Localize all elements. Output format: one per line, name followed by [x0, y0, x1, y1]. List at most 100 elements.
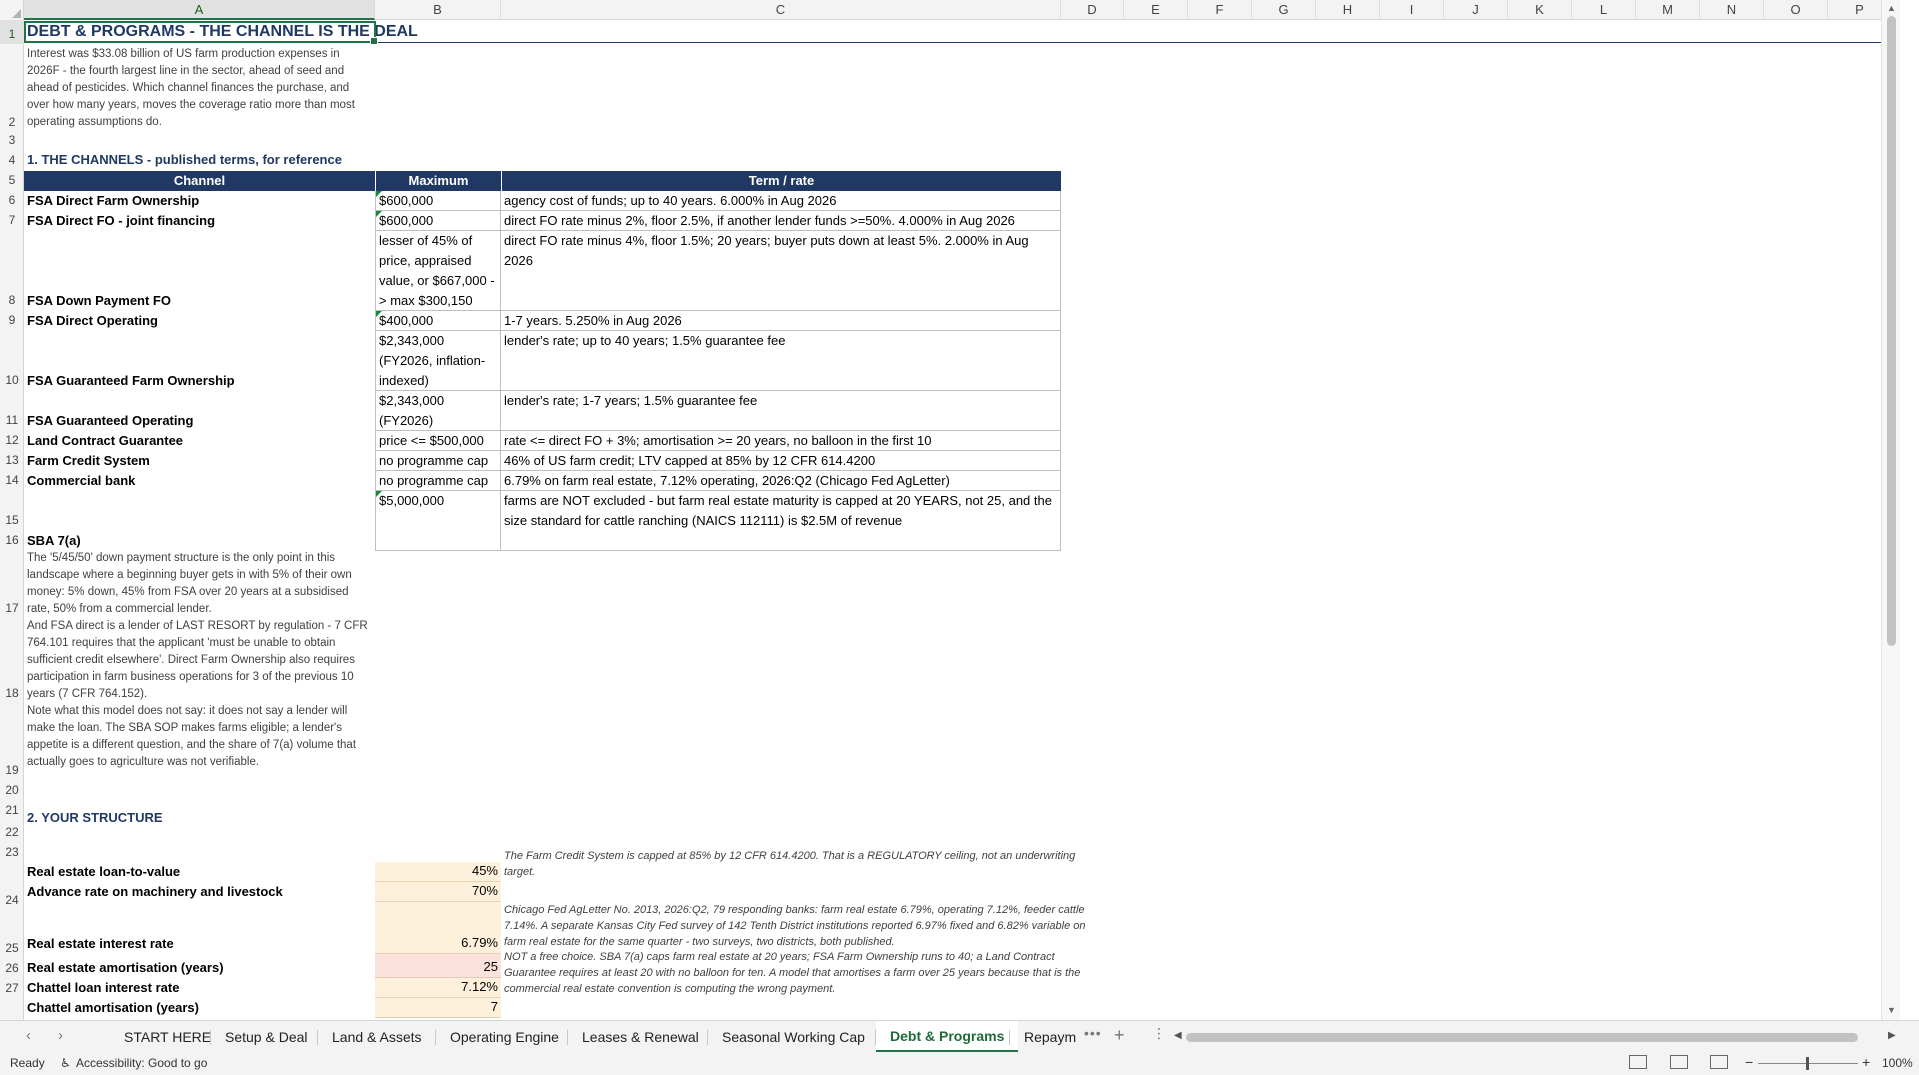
table-row-channel[interactable]: FSA Direct Farm Ownership — [24, 191, 375, 211]
structure-input-value[interactable]: 70% — [375, 882, 501, 902]
page-break-preview-icon[interactable] — [1710, 1055, 1728, 1069]
structure-input-value[interactable]: 7.12% — [375, 978, 501, 998]
zoom-level[interactable]: 100% — [1882, 1056, 1913, 1070]
table-row-channel[interactable]: Commercial bank — [24, 471, 375, 491]
column-header-h[interactable]: H — [1316, 0, 1380, 20]
column-header-g[interactable]: G — [1252, 0, 1316, 20]
row-header-20[interactable]: 20 — [0, 780, 24, 800]
row-header-7[interactable]: 7 — [0, 210, 24, 230]
scroll-up-icon[interactable]: ▲ — [1887, 3, 1896, 13]
row-header-19[interactable]: 19 — [0, 703, 24, 780]
table-row-term[interactable]: 6.79% on farm real estate, 7.12% operati… — [501, 471, 1061, 491]
structure-input-value[interactable]: 7 — [375, 998, 501, 1018]
column-header-f[interactable]: F — [1188, 0, 1252, 20]
structure-note[interactable]: Chicago Fed AgLetter No. 2013, 2026:Q2, … — [501, 902, 1091, 952]
table-row-channel[interactable]: FSA Direct FO - joint financing — [24, 211, 375, 231]
table-row-maximum[interactable]: no programme cap — [375, 451, 501, 471]
sheet-tab-start-here[interactable]: START HERE — [110, 1021, 225, 1053]
accessibility-icon[interactable]: ♿ — [60, 1056, 71, 1070]
note-last-resort[interactable]: And FSA direct is a lender of LAST RESOR… — [24, 618, 376, 704]
row-header-12[interactable]: 12 — [0, 430, 24, 450]
column-header-e[interactable]: E — [1124, 0, 1188, 20]
structure-input-value[interactable]: 6.79% — [375, 902, 501, 954]
vertical-scroll-thumb[interactable] — [1887, 16, 1896, 646]
column-header-a[interactable]: A — [24, 0, 375, 20]
row-header-5[interactable]: 5 — [0, 170, 24, 190]
horizontal-scroll-thumb[interactable] — [1186, 1033, 1858, 1042]
cell-area[interactable]: DEBT & PROGRAMS - THE CHANNEL IS THE DEA… — [24, 20, 1900, 1020]
row-header-2[interactable]: 2 — [0, 44, 24, 132]
table-row-term[interactable]: lender's rate; up to 40 years; 1.5% guar… — [501, 331, 1061, 391]
row-header-9[interactable]: 9 — [0, 310, 24, 330]
scroll-down-icon[interactable]: ▼ — [1887, 1005, 1896, 1015]
structure-label[interactable]: Real estate interest rate — [24, 902, 375, 954]
ellipsis-icon[interactable]: ••• — [1084, 1025, 1102, 1041]
row-header-22[interactable]: 22 — [0, 820, 24, 842]
row-header-27[interactable]: 27 — [0, 978, 24, 998]
table-row-maximum[interactable]: $600,000 — [375, 191, 501, 211]
horizontal-scrollbar[interactable]: ◀ ▶ — [1174, 1030, 1896, 1044]
table-row-maximum[interactable]: $2,343,000 (FY2026, inflation-indexed) — [375, 331, 501, 391]
note-down-payment[interactable]: The '5/45/50' down payment structure is … — [24, 550, 376, 618]
row-header-23[interactable]: 23 — [0, 842, 24, 862]
column-header-m[interactable]: M — [1636, 0, 1700, 20]
sheet-tab-setup-deal[interactable]: Setup & Deal — [211, 1021, 322, 1053]
table-row-term[interactable]: rate <= direct FO + 3%; amortisation >= … — [501, 431, 1061, 451]
table-row-term[interactable]: farms are NOT excluded - but farm real e… — [501, 491, 1061, 551]
row-header-1[interactable]: 1 — [0, 20, 24, 44]
section-structure-heading[interactable]: 2. YOUR STRUCTURE — [24, 808, 324, 828]
table-row-maximum[interactable]: lesser of 45% of price, appraised value,… — [375, 231, 501, 311]
more-options-icon[interactable]: ⋮ — [1152, 1025, 1166, 1042]
table-row-maximum[interactable]: $2,343,000 (FY2026) — [375, 391, 501, 431]
spreadsheet-grid[interactable]: ABCDEFGHIJKLMNOP 1 2 3 4 5 6 7 8 9 10 11 12 13 14 15 16… — [0, 0, 1900, 1020]
row-header-14[interactable]: 14 — [0, 470, 24, 490]
column-header-n[interactable]: N — [1700, 0, 1764, 20]
page-layout-icon[interactable] — [1670, 1055, 1688, 1069]
row-header-4[interactable]: 4 — [0, 150, 24, 170]
chevron-left-icon[interactable]: ‹ — [26, 1027, 31, 1044]
section-channels-heading[interactable]: 1. THE CHANNELS - published terms, for r… — [24, 150, 524, 170]
structure-label[interactable]: Advance rate on machinery and livestock — [24, 882, 375, 902]
row-header-6[interactable]: 6 — [0, 190, 24, 210]
row-header-26[interactable]: 26 — [0, 958, 24, 978]
chevron-right-icon[interactable]: › — [58, 1027, 63, 1044]
plus-icon[interactable]: + — [1114, 1025, 1125, 1046]
column-header-i[interactable]: I — [1380, 0, 1444, 20]
row-header-3[interactable]: 3 — [0, 132, 24, 150]
structure-note[interactable]: NOT a free choice. SBA 7(a) caps farm re… — [501, 949, 1091, 1015]
intro-note[interactable]: Interest was $33.08 billion of US farm p… — [24, 44, 376, 152]
structure-note[interactable]: The Farm Credit System is capped at 85% … — [501, 848, 1091, 882]
sheet-tab-operating-engine[interactable]: Operating Engine — [436, 1021, 573, 1053]
zoom-slider-knob[interactable] — [1806, 1057, 1809, 1070]
zoom-in-icon[interactable]: + — [1862, 1054, 1870, 1070]
table-row-term[interactable]: lender's rate; 1-7 years; 1.5% guarantee… — [501, 391, 1061, 431]
column-header-c[interactable]: C — [501, 0, 1061, 20]
row-header-21[interactable]: 21 — [0, 800, 24, 820]
column-header-o[interactable]: O — [1764, 0, 1828, 20]
table-row-term[interactable]: agency cost of funds; up to 40 years. 6.… — [501, 191, 1061, 211]
note-lender-appetite[interactable]: Note what this model does not say: it do… — [24, 703, 376, 789]
sheet-tab-repaym[interactable]: Repaym — [1010, 1021, 1076, 1053]
table-row-channel[interactable]: FSA Down Payment FO — [24, 231, 375, 311]
table-row-channel[interactable]: FSA Guaranteed Operating — [24, 391, 375, 431]
sheet-tab-land-assets[interactable]: Land & Assets — [318, 1021, 436, 1053]
structure-label[interactable]: Chattel loan interest rate — [24, 978, 375, 998]
header-channel[interactable]: Channel — [24, 171, 375, 191]
table-row-maximum[interactable]: no programme cap — [375, 471, 501, 491]
table-row-maximum[interactable]: price <= $500,000 — [375, 431, 501, 451]
select-all-corner[interactable] — [0, 0, 24, 20]
row-header-25[interactable]: 25 — [0, 910, 24, 958]
zoom-out-icon[interactable]: − — [1745, 1054, 1753, 1070]
sheet-tab-leases-renewal[interactable]: Leases & Renewal — [568, 1021, 713, 1053]
table-row-term[interactable]: direct FO rate minus 2%, floor 2.5%, if … — [501, 211, 1061, 231]
row-header-24[interactable]: 24 — [0, 862, 24, 910]
column-header-d[interactable]: D — [1061, 0, 1124, 20]
table-row-maximum[interactable]: $600,000 — [375, 211, 501, 231]
table-row-term[interactable]: 1-7 years. 5.250% in Aug 2026 — [501, 311, 1061, 331]
column-header-l[interactable]: L — [1572, 0, 1636, 20]
normal-view-icon[interactable] — [1629, 1055, 1647, 1069]
table-row-channel[interactable]: SBA 7(a) — [24, 491, 375, 551]
row-header-15[interactable]: 15 — [0, 490, 24, 530]
table-row-term[interactable]: 46% of US farm credit; LTV capped at 85%… — [501, 451, 1061, 471]
header-maximum[interactable]: Maximum — [375, 171, 501, 191]
